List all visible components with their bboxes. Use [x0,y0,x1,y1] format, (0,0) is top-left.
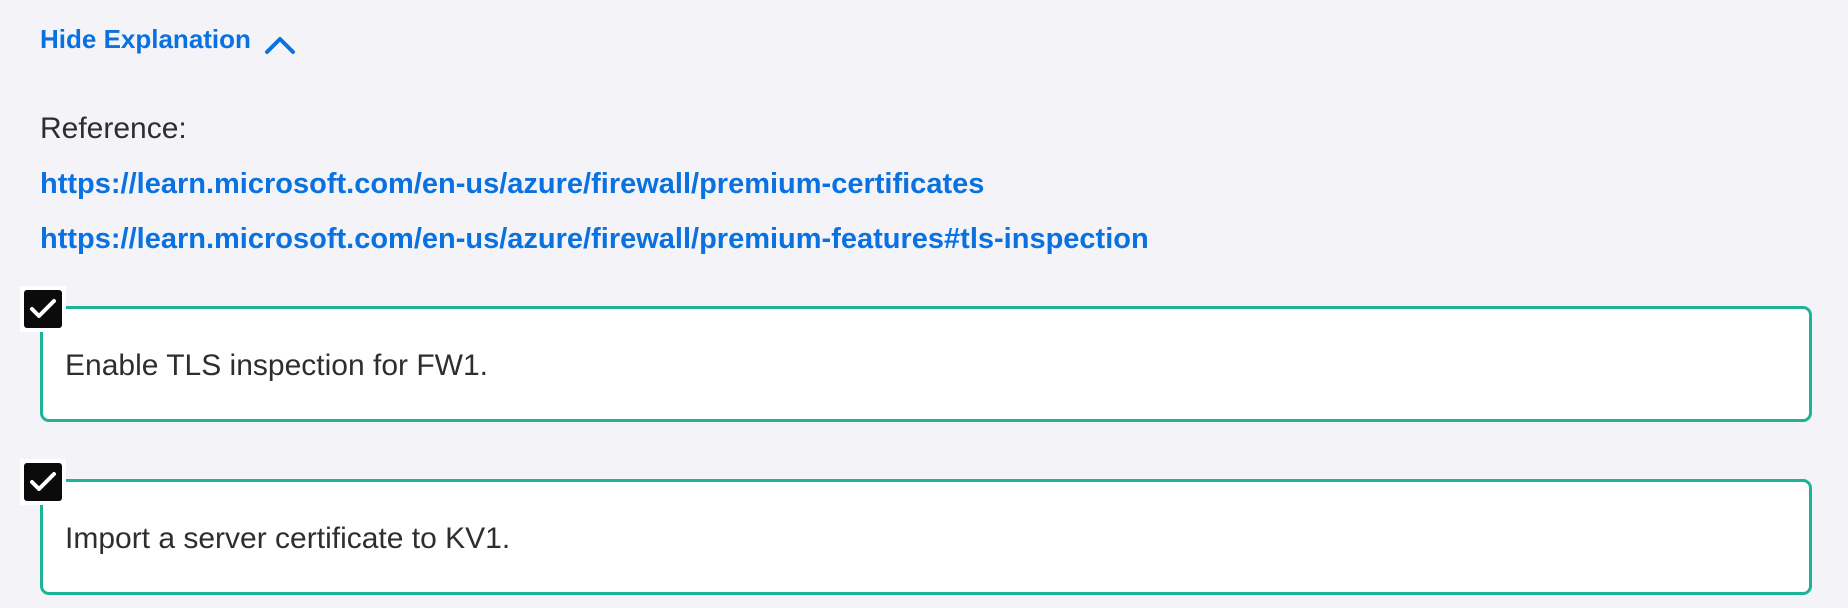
hide-explanation-toggle[interactable]: Hide Explanation [40,20,297,58]
answer-checkbox[interactable] [20,286,66,332]
answer-checkbox[interactable] [20,459,66,505]
checkmark-icon [24,463,62,501]
checkmark-icon [24,290,62,328]
reference-link-premium-features[interactable]: https://learn.microsoft.com/en-us/azure/… [40,220,1149,258]
answer-option: Enable TLS inspection for FW1. [40,306,1812,422]
answer-option-text: Import a server certificate to KV1. [65,522,511,555]
answer-option: Import a server certificate to KV1. [40,479,1812,595]
answer-option-text: Enable TLS inspection for FW1. [65,349,488,382]
reference-label: Reference: [40,112,187,145]
chevron-up-icon [263,28,297,54]
hide-explanation-label: Hide Explanation [40,24,251,54]
reference-link-premium-certificates[interactable]: https://learn.microsoft.com/en-us/azure/… [40,165,984,203]
